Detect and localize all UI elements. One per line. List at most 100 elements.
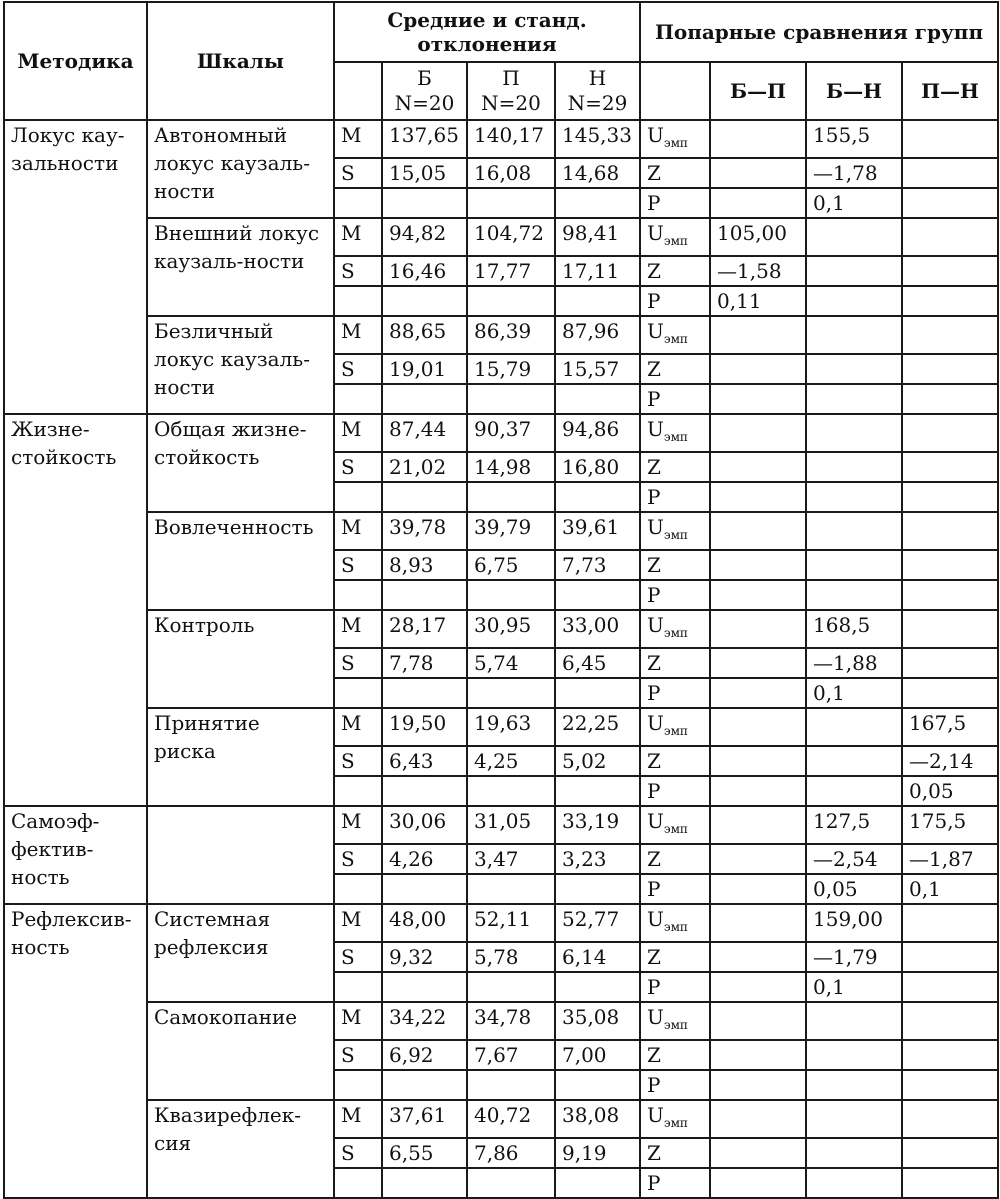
test-label-cell: Uэмп	[639, 1001, 712, 1041]
value-cell: 39,61	[553, 511, 642, 551]
methodology-cell: Локус кау-зальности	[3, 119, 148, 415]
test-label-subscript: эмп	[663, 822, 688, 836]
stat-label-cell: M	[333, 903, 383, 943]
table-row: Принятие риска M 19,50 19,63 22,25 Uэмп 167,5	[4, 707, 1000, 807]
value-cell: 48,00	[381, 903, 468, 943]
comparison-cell	[709, 805, 808, 845]
value-cell	[553, 1069, 642, 1101]
comparison-cell: —1,79	[805, 941, 904, 973]
comparison-cell	[805, 353, 904, 385]
comparison-cell: 127,5	[805, 805, 904, 845]
value-cell: 7,78	[381, 647, 468, 679]
pair-header-b-n: Б—Н	[805, 61, 904, 121]
group-n: N=20	[394, 91, 455, 115]
test-label-cell: P	[639, 579, 712, 611]
test-label-subscript: эмп	[663, 1116, 688, 1130]
test-label-subscript: эмп	[663, 332, 688, 346]
test-label: P	[647, 387, 661, 411]
group-n: N=29	[567, 91, 628, 115]
test-label: U	[647, 613, 664, 637]
test-label: U	[647, 515, 664, 539]
stat-label-cell	[333, 187, 383, 219]
comparison-cell: 0,1	[805, 187, 904, 219]
value-cell: 30,06	[381, 805, 468, 845]
value-cell: 15,79	[466, 353, 556, 385]
value-cell: 37,61	[381, 1099, 468, 1139]
test-label: Z	[647, 1043, 661, 1067]
group-header-p: П N=20	[466, 61, 556, 121]
value-cell: 6,43	[381, 745, 468, 777]
test-label-cell: P	[639, 971, 712, 1003]
value-cell: 16,80	[553, 451, 642, 483]
comparison-cell	[901, 481, 1000, 513]
value-cell	[553, 677, 642, 709]
value-cell: 21,02	[381, 451, 468, 483]
comparison-cell	[901, 609, 1000, 649]
comparisons-header: Попарные сравнения групп	[639, 1, 1000, 63]
stat-label-cell: S	[333, 549, 383, 581]
stat-label-cell: M	[333, 609, 383, 649]
test-label: U	[647, 809, 664, 833]
comparison-cell: —1,78	[805, 157, 904, 189]
table-row: Жизне-стойкость Общая жизне-стойкость M 87,…	[3, 413, 1000, 807]
comparison-cell	[709, 873, 808, 905]
value-cell: 30,95	[466, 609, 556, 649]
test-label-cell: Z	[639, 745, 712, 777]
table-row: Вовлеченность M 39,78 39,79 39,61 Uэмп	[4, 511, 1000, 611]
group-letter: П	[502, 66, 520, 90]
comparison-cell	[709, 383, 808, 415]
stat-label-cell	[333, 383, 383, 415]
value-cell: 3,23	[553, 843, 642, 875]
stat-label-cell: M	[333, 119, 383, 159]
value-cell	[381, 285, 468, 317]
value-cell: 33,00	[553, 609, 642, 649]
comparison-cell: 159,00	[805, 903, 904, 943]
value-cell: 9,19	[553, 1137, 642, 1169]
value-cell: 39,79	[466, 511, 556, 551]
comparison-cell	[805, 383, 904, 415]
methodology-cell: Рефлексив-ность	[3, 903, 148, 1199]
comparison-cell	[805, 285, 904, 317]
scale-cell: Вовлеченность	[146, 511, 335, 611]
header-row-1: Методика Шкалы Средние и станд. отклонен…	[3, 1, 1000, 121]
test-label-cell: Z	[639, 843, 712, 875]
test-label-cell: Uэмп	[639, 217, 712, 257]
test-label-cell: P	[639, 775, 712, 807]
test-label-subscript: эмп	[663, 1018, 688, 1032]
value-cell: 34,78	[466, 1001, 556, 1041]
comparison-cell: 155,5	[805, 119, 904, 159]
stat-label-cell: M	[333, 1099, 383, 1139]
comparison-cell	[901, 677, 1000, 709]
stat-label-cell: S	[333, 1039, 383, 1071]
value-cell: 6,14	[553, 941, 642, 973]
value-cell: 40,72	[466, 1099, 556, 1139]
stat-label-cell: M	[333, 413, 383, 453]
methodology-cell: Самоэф-фектив-ность	[3, 805, 148, 905]
test-label-subscript: эмп	[663, 528, 688, 542]
table-row: Рефлексив-ность Системная рефлексия M 48,00…	[3, 903, 1000, 1199]
comparison-cell	[805, 1099, 904, 1139]
stat-label-cell: S	[333, 353, 383, 385]
comparison-cell	[901, 971, 1000, 1003]
test-label-cell: Z	[639, 157, 712, 189]
value-cell: 5,02	[553, 745, 642, 777]
comparison-cell	[805, 1137, 904, 1169]
value-cell: 14,98	[466, 451, 556, 483]
comparison-cell	[709, 579, 808, 611]
comparison-cell: 168,5	[805, 609, 904, 649]
comparison-cell	[901, 217, 1000, 257]
value-cell: 19,63	[466, 707, 556, 747]
value-cell	[466, 971, 556, 1003]
stat-label-cell	[333, 971, 383, 1003]
comparison-cell: —1,88	[805, 647, 904, 679]
value-cell: 16,08	[466, 157, 556, 189]
group-n: N=20	[481, 91, 541, 115]
test-label: P	[647, 1073, 661, 1097]
value-cell: 17,77	[466, 255, 556, 287]
value-cell: 7,73	[553, 549, 642, 581]
value-cell: 3,47	[466, 843, 556, 875]
comparison-cell: —2,14	[901, 745, 1000, 777]
stat-label-cell	[333, 481, 383, 513]
stat-label-cell: S	[333, 843, 383, 875]
comparison-cell	[805, 451, 904, 483]
